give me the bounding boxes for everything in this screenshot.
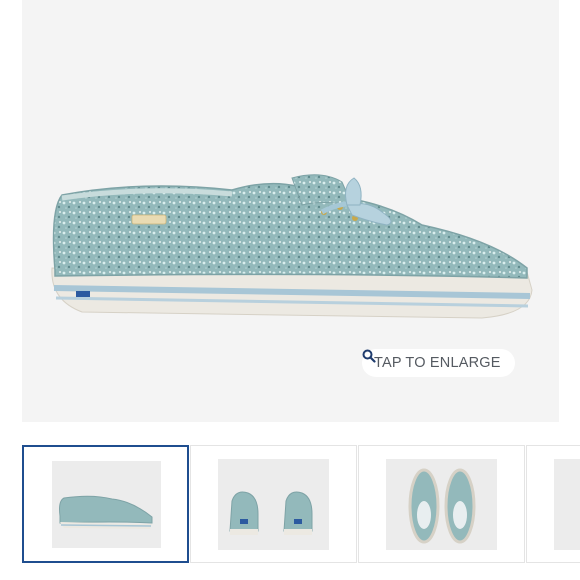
thumbnail-top-image [386,459,497,550]
main-product-image[interactable]: TAP TO ENLARGE [22,0,559,422]
thumbnail-side-image [52,461,161,548]
thumbnail-back-view[interactable] [190,445,357,563]
search-icon [362,349,376,363]
thumbnail-partial-view[interactable] [526,445,580,563]
thumbnail-side-view[interactable] [22,445,189,563]
thumbnail-back-image [218,459,329,550]
thumbnail-partial-image [554,459,580,550]
thumbnail-strip [0,445,580,563]
enlarge-label: TAP TO ENLARGE [374,355,501,371]
thumbnail-top-view[interactable] [358,445,525,563]
tap-to-enlarge-button[interactable]: TAP TO ENLARGE [362,349,515,377]
